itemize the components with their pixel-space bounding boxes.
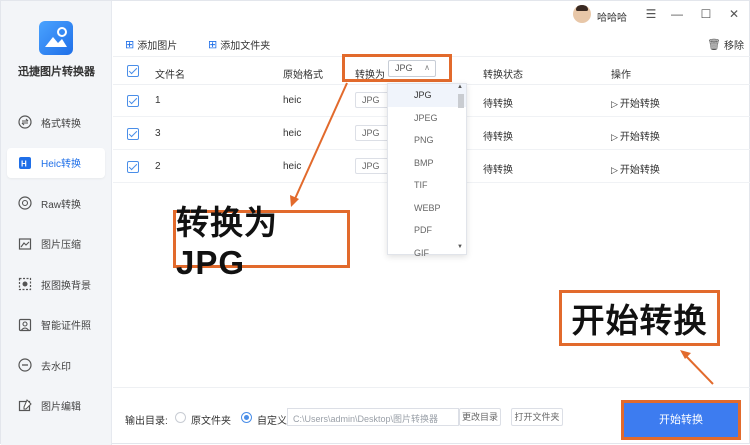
custom-folder-radio[interactable]	[241, 412, 252, 423]
app-window: 迅捷图片转换器 格式转换 H Heic转换 Raw转换 图片压缩 抠图换背景 智…	[0, 0, 750, 445]
start-convert-button[interactable]: 开始转换	[621, 400, 741, 440]
annotation-arrows	[290, 82, 714, 385]
output-path-field[interactable]: C:\Users\admin\Desktop\图片转换器	[287, 408, 459, 426]
bottom-bar: 输出目录: 原文件夹 自定义 C:\Users\admin\Desktop\图片…	[113, 387, 750, 445]
callout-convert-to-jpg: 转换为JPG	[173, 204, 350, 281]
open-folder-button[interactable]: 打开文件夹	[511, 408, 563, 426]
output-dir-label: 输出目录:	[125, 416, 168, 427]
original-folder-label: 原文件夹	[191, 416, 231, 427]
callout-start-convert: 开始转换	[559, 290, 720, 346]
original-folder-radio[interactable]	[175, 412, 186, 423]
custom-folder-label: 自定义	[257, 416, 287, 427]
change-dir-button[interactable]: 更改目录	[459, 408, 501, 426]
